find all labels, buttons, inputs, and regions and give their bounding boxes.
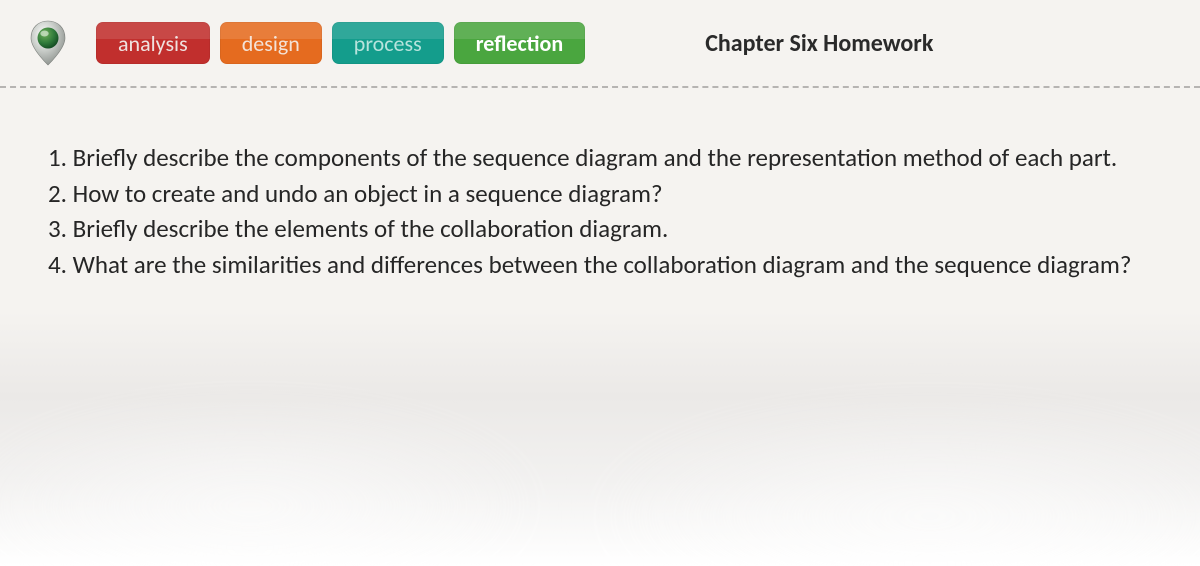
question-list: 1. Briefly describe the components of th… (0, 88, 1200, 282)
tab-label: process (354, 30, 422, 57)
tab-analysis[interactable]: analysis (96, 22, 210, 64)
question-item: 4. What are the similarities and differe… (48, 247, 1152, 283)
header-inner: analysis design process reflection Chapt… (0, 0, 1200, 86)
tab-label: analysis (118, 30, 188, 57)
header-row: analysis design process reflection Chapt… (0, 0, 1200, 88)
tab-design[interactable]: design (220, 22, 322, 64)
tab-process[interactable]: process (332, 22, 444, 64)
page-title: Chapter Six Homework (705, 29, 933, 58)
question-item: 1. Briefly describe the components of th… (48, 140, 1152, 176)
location-pin-icon (28, 19, 68, 67)
tab-label: design (242, 30, 300, 57)
tab-label: reflection (476, 30, 563, 57)
question-item: 2. How to create and undo an object in a… (48, 176, 1152, 212)
question-item: 3. Briefly describe the elements of the … (48, 211, 1152, 247)
tab-reflection[interactable]: reflection (454, 22, 585, 64)
tab-bar: analysis design process reflection (96, 22, 585, 64)
